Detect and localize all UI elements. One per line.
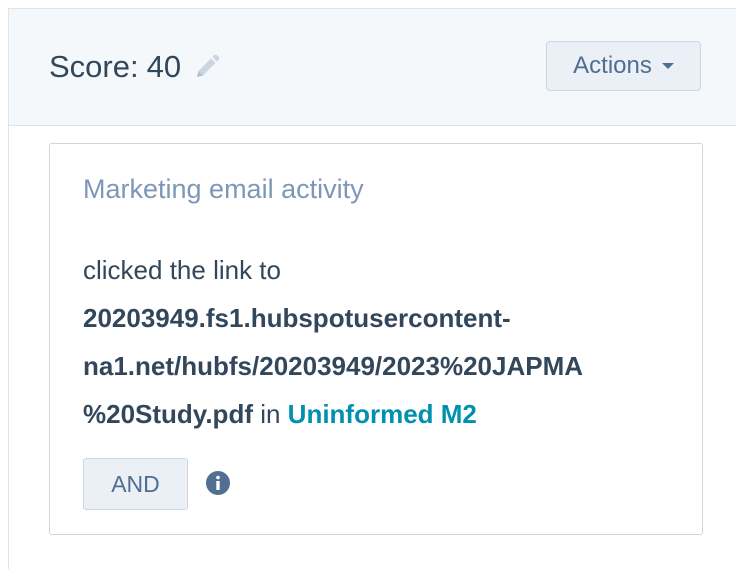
criteria-description: clicked the link to 20203949.fs1.hubspot… bbox=[83, 246, 683, 438]
link-url-line-1: 20203949.fs1.hubspotusercontent- bbox=[83, 303, 511, 333]
score-display: Score: 40 bbox=[49, 47, 221, 87]
in-word: in bbox=[252, 399, 288, 429]
caret-down-icon bbox=[661, 63, 674, 69]
link-url-line-2: na1.net/hubfs/20203949/2023%20JAPMA bbox=[83, 351, 584, 381]
score-panel: Score: 40 Actions Marketing email activi… bbox=[8, 8, 736, 569]
score-label: Score: bbox=[49, 49, 139, 84]
email-name-link[interactable]: Uninformed M2 bbox=[288, 399, 477, 429]
score-value: 40 bbox=[146, 49, 182, 84]
actions-dropdown-button[interactable]: Actions bbox=[546, 41, 701, 91]
criteria-prefix: clicked the link to bbox=[83, 255, 281, 285]
and-button[interactable]: AND bbox=[83, 458, 188, 510]
link-url-line-3: %20Study.pdf bbox=[83, 399, 253, 429]
and-label: AND bbox=[111, 470, 160, 497]
info-icon[interactable] bbox=[206, 471, 230, 495]
criteria-card: Marketing email activity clicked the lin… bbox=[49, 143, 703, 535]
pencil-icon[interactable] bbox=[193, 53, 221, 81]
actions-label: Actions bbox=[573, 52, 652, 79]
criteria-type-title: Marketing email activity bbox=[83, 174, 364, 204]
panel-header: Score: 40 Actions bbox=[9, 9, 736, 126]
